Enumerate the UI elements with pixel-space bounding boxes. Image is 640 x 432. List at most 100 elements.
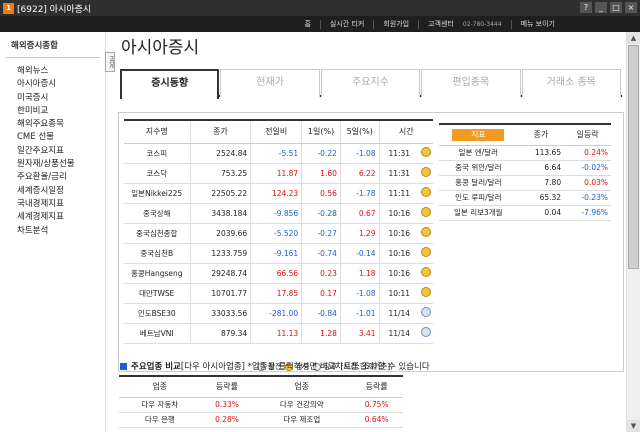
home-link[interactable]: 홈 [295, 20, 319, 29]
sidebar-item[interactable]: 세계증시일정 [17, 185, 100, 198]
index-close: 879.34 [189, 323, 251, 344]
tab-market-trend[interactable]: 증시동향 [120, 69, 220, 99]
sector-name[interactable]: 다우 은행 [119, 412, 201, 428]
table-row[interactable]: 일본 리보3개월 0.04 -7.96% [439, 205, 611, 221]
index-time: 11:31 [378, 163, 419, 184]
index-5d: -1.78 [339, 183, 380, 204]
tab-major-index[interactable]: 주요지수 [320, 69, 421, 97]
index-close: 2039.66 [189, 223, 251, 244]
index-name[interactable]: 코스피 [124, 143, 190, 164]
sidebar-item[interactable]: 원자재/상품선물 [17, 158, 100, 171]
table-row[interactable]: 일본 엔/달러 113.65 0.24% [439, 145, 611, 161]
table-row[interactable]: 코스닥 753.25 11.87 1.60 6.22 11:31 [124, 163, 433, 184]
window-title: [6922] 아시아증시 [17, 4, 92, 15]
fx-close: 0.04 [517, 205, 565, 221]
sidebar-item[interactable]: 세계경제지표 [17, 211, 100, 224]
menu-toggle-link[interactable]: 메뉴 보이기 [510, 19, 564, 29]
col-header: 업종 [253, 375, 351, 398]
scroll-down-icon[interactable]: ▼ [627, 420, 640, 432]
table-row[interactable]: 인도BSE30 33033.56 -281.00 -0.84 -1.01 11/14 [124, 303, 433, 324]
table-row[interactable]: 중국심천종합 2039.66 -5.520 -0.27 1.29 10:16 [124, 223, 433, 244]
table-row[interactable]: 중국 위안/달러 6.64 -0.02% [439, 160, 611, 176]
fx-table-body: 일본 엔/달러 113.65 0.24% 중국 위안/달러 6.64 -0.02% 홍콩 달… [439, 145, 611, 221]
tab-constituents[interactable]: 편입종목 [421, 69, 521, 97]
index-name[interactable]: 베트남VNI [124, 323, 190, 344]
col-header: 지수명 [124, 119, 190, 144]
sector-note: *업종을 클릭하시면 비교차트를 조회할 수 있습니다 [247, 362, 430, 372]
fx-name[interactable]: 일본 엔/달러 [439, 145, 518, 161]
index-name[interactable]: 대만TWSE [124, 283, 190, 304]
session-icon-cell [419, 143, 433, 164]
scroll-thumb[interactable] [628, 45, 639, 269]
fx-change: 0.24% [564, 145, 611, 161]
table-row[interactable]: 베트남VNI 879.34 11.13 1.28 3.41 11/14 [124, 323, 433, 344]
index-name[interactable]: 중국심천B [124, 243, 190, 264]
fx-close: 113.65 [517, 145, 565, 161]
index-time: 11:31 [378, 143, 419, 164]
sidebar-collapse-button[interactable]: HIDE [105, 52, 115, 72]
sidebar-item[interactable]: 해외주요종목 [17, 118, 100, 131]
sidebar-item[interactable]: 국내경제지표 [17, 198, 100, 211]
scroll-up-icon[interactable]: ▲ [627, 32, 640, 44]
sidebar-item[interactable]: 주요환율/금리 [17, 171, 100, 184]
sidebar-item[interactable]: CME 선물 [17, 131, 100, 144]
tab-current-price[interactable]: 현재가 [220, 69, 320, 97]
sidebar-heading[interactable]: 해외증시종합 [0, 32, 105, 57]
index-1d: 1.60 [301, 163, 341, 184]
sidebar-item[interactable]: 일간주요지표 [17, 145, 100, 158]
signup-link[interactable]: 회원가입 [373, 19, 418, 29]
help-icon[interactable]: ? [580, 2, 592, 13]
tab-bar: 증시동향 현재가 주요지수 편입종목 거래소 종목 [120, 69, 622, 99]
sector-name[interactable]: 다우 제조업 [253, 412, 351, 428]
session-icon-cell [419, 183, 433, 204]
fx-name[interactable]: 중국 위안/달러 [439, 160, 518, 176]
index-name[interactable]: 인도BSE30 [124, 303, 190, 324]
sector-name[interactable]: 다우 자동차 [119, 397, 201, 413]
fx-name[interactable]: 인도 루피/달러 [439, 190, 518, 206]
sidebar-item[interactable]: 해외뉴스 [17, 65, 100, 78]
table-row[interactable]: 중국상해 3438.184 -9.856 -0.28 0.67 10:16 [124, 203, 433, 224]
session-icon-cell [419, 283, 433, 304]
table-row[interactable]: 다우 은행 0.28% 다우 제조업 0.64% [119, 412, 403, 428]
fx-name[interactable]: 일본 리보3개월 [439, 205, 518, 221]
close-icon[interactable]: × [625, 2, 637, 13]
index-name[interactable]: 홍콩Hangseng [124, 263, 190, 284]
session-icon-cell [419, 323, 433, 344]
maximize-icon[interactable]: □ [610, 2, 622, 13]
table-row[interactable]: 대만TWSE 10701.77 17.85 0.17 -1.08 10:11 [124, 283, 433, 304]
sidebar-item[interactable]: 한미비교 [17, 105, 100, 118]
index-name[interactable]: 중국심천종합 [124, 223, 190, 244]
ticker-link[interactable]: 실시간 티커 [319, 19, 373, 29]
col-header: 지표 [439, 123, 518, 146]
vertical-scrollbar[interactable]: ▲ ▼ [626, 32, 640, 432]
sector-name[interactable]: 다우 건강의약 [253, 397, 351, 413]
sidebar-item[interactable]: 차트분석 [17, 225, 100, 238]
index-name[interactable]: 코스닥 [124, 163, 190, 184]
index-name[interactable]: 중국상해 [124, 203, 190, 224]
index-close: 22505.22 [189, 183, 251, 204]
table-row[interactable]: 홍콩 달러/달러 7.80 0.03% [439, 175, 611, 191]
col-header: 일등락 [564, 123, 611, 146]
index-change: 66.56 [250, 263, 302, 284]
sidebar-item[interactable]: 아시아증시 [17, 78, 100, 91]
table-row[interactable]: 코스피 2524.84 -5.51 -0.22 -1.08 11:31 [124, 143, 433, 164]
minimize-icon[interactable]: _ [595, 2, 607, 13]
table-row[interactable]: 홍콩Hangseng 29248.74 66.56 0.23 1.18 10:16 [124, 263, 433, 284]
col-header: 종가 [189, 119, 251, 144]
sun-icon [421, 247, 431, 257]
table-row[interactable]: 인도 루피/달러 65.32 -0.23% [439, 190, 611, 206]
table-row[interactable]: 일본Nikkei225 22505.22 124.23 0.56 -1.78 11:11 [124, 183, 433, 204]
table-row[interactable]: 다우 자동차 0.33% 다우 건강의약 0.75% [119, 397, 403, 413]
tab-exchange-stocks[interactable]: 거래소 종목 [521, 69, 621, 97]
fx-name[interactable]: 홍콩 달러/달러 [439, 175, 518, 191]
col-header: 1일(%) [301, 119, 341, 144]
fx-change: 0.03% [564, 175, 611, 191]
table-row[interactable]: 중국심천B 1233.759 -9.161 -0.74 -0.14 10:16 [124, 243, 433, 264]
fx-close: 6.64 [517, 160, 565, 176]
index-name[interactable]: 일본Nikkei225 [124, 183, 190, 204]
sector-change: 0.33% [200, 397, 254, 413]
sidebar-item[interactable]: 미국증시 [17, 92, 100, 105]
col-header: 등락률 [200, 375, 254, 398]
index-1d: -0.84 [301, 303, 341, 324]
support-link[interactable]: 고객센터 [418, 19, 463, 29]
